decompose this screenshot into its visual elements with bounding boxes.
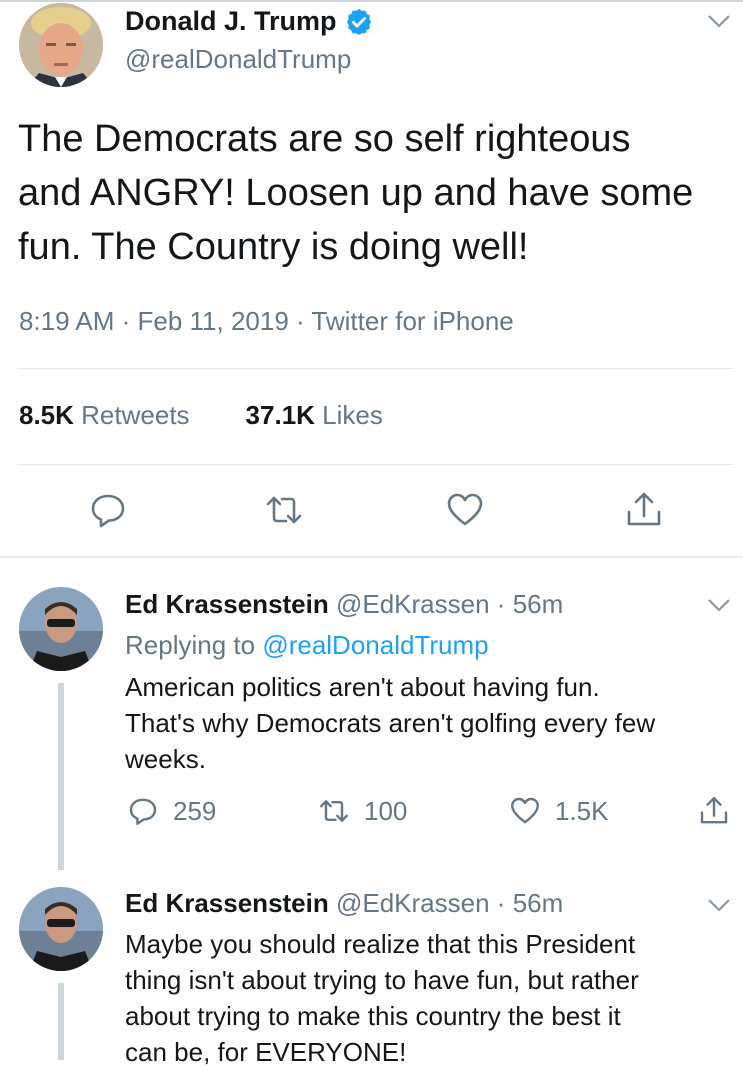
reply-text-line: That's why Democrats aren't golfing ever…: [125, 708, 656, 738]
reply-icon[interactable]: [88, 490, 128, 530]
replying-to-prefix: Replying to: [125, 630, 256, 660]
like-count: 1.5K: [555, 795, 609, 826]
reply-author-name[interactable]: Ed Krassenstein: [125, 589, 329, 619]
retweets-label: Retweets: [81, 400, 190, 430]
tweet-text-line: The Democrats are so self righteous: [18, 118, 631, 160]
tweet-text: The Democrats are so self righteous and …: [18, 112, 738, 274]
dot-separator: ·: [496, 589, 506, 619]
chevron-down-icon[interactable]: [707, 597, 731, 613]
reply-text-line: can be, for EVERYONE!: [125, 1037, 407, 1067]
like-button[interactable]: 1.5K: [509, 795, 609, 827]
verified-badge-icon: [346, 8, 371, 35]
thread-line: [58, 683, 64, 870]
reply-count: 259: [173, 795, 217, 826]
divider: [18, 464, 733, 465]
retweet-count: 100: [364, 795, 408, 826]
reply-text-line: about trying to make this country the be…: [125, 1001, 621, 1031]
reply-text-line: weeks.: [125, 744, 206, 774]
share-button[interactable]: [698, 795, 730, 827]
likes-stat[interactable]: 37.1K Likes: [246, 400, 383, 431]
like-heart-icon: [511, 797, 539, 824]
replying-to-link[interactable]: @realDonaldTrump: [262, 630, 488, 660]
reply-text: American politics aren't about having fu…: [125, 669, 735, 777]
reply-text-line: American politics aren't about having fu…: [125, 672, 600, 702]
reply-header: Ed Krassenstein @EdKrassen · 56m: [125, 589, 563, 620]
author-handle[interactable]: @realDonaldTrump: [125, 44, 351, 75]
reply-text-line: thing isn't about trying to have fun, bu…: [125, 965, 639, 995]
reply-button[interactable]: 259: [127, 795, 216, 827]
reply-text-line: Maybe you should realize that this Presi…: [125, 929, 636, 959]
tweet-text-line: and ANGRY! Loosen up and have some: [18, 172, 694, 214]
reply-author-handle[interactable]: @EdKrassen: [336, 888, 490, 918]
reply-time[interactable]: 56m: [513, 589, 564, 619]
chevron-down-icon[interactable]: [707, 897, 731, 913]
retweets-stat[interactable]: 8.5K Retweets: [19, 400, 190, 431]
reply-author-name[interactable]: Ed Krassenstein: [125, 888, 329, 918]
reply-avatar[interactable]: [19, 587, 103, 671]
likes-count: 37.1K: [245, 400, 315, 430]
author-name[interactable]: Donald J. Trump: [125, 6, 337, 37]
tweet-meta[interactable]: 8:19 AM · Feb 11, 2019 · Twitter for iPh…: [19, 306, 514, 337]
reply-icon: [129, 798, 157, 825]
retweet-icon: [320, 800, 348, 822]
divider: [18, 368, 733, 369]
reply-avatar[interactable]: [19, 887, 103, 971]
thread-line: [58, 983, 64, 1060]
dot-separator: ·: [496, 888, 506, 918]
reply-header: Ed Krassenstein @EdKrassen · 56m: [125, 888, 563, 919]
tweet-text-line: fun. The Country is doing well!: [18, 226, 529, 268]
chevron-down-icon[interactable]: [707, 13, 731, 29]
tweet-stats: 8.5K Retweets 37.1K Likes: [19, 400, 383, 431]
reply-time[interactable]: 56m: [513, 888, 564, 918]
replying-to: Replying to @realDonaldTrump: [125, 630, 489, 661]
author-name-row: Donald J. Trump: [125, 6, 374, 37]
author-avatar[interactable]: [19, 3, 103, 87]
top-divider: [0, 0, 743, 2]
like-heart-icon[interactable]: [445, 490, 485, 530]
reply-author-handle[interactable]: @EdKrassen: [336, 589, 490, 619]
divider: [0, 556, 743, 558]
reply-text: Maybe you should realize that this Presi…: [125, 926, 735, 1070]
share-icon: [700, 797, 728, 824]
retweet-icon[interactable]: [264, 490, 304, 530]
retweets-count: 8.5K: [19, 400, 74, 430]
retweet-button[interactable]: 100: [318, 795, 407, 827]
share-icon[interactable]: [624, 490, 664, 530]
likes-label: Likes: [322, 400, 383, 430]
